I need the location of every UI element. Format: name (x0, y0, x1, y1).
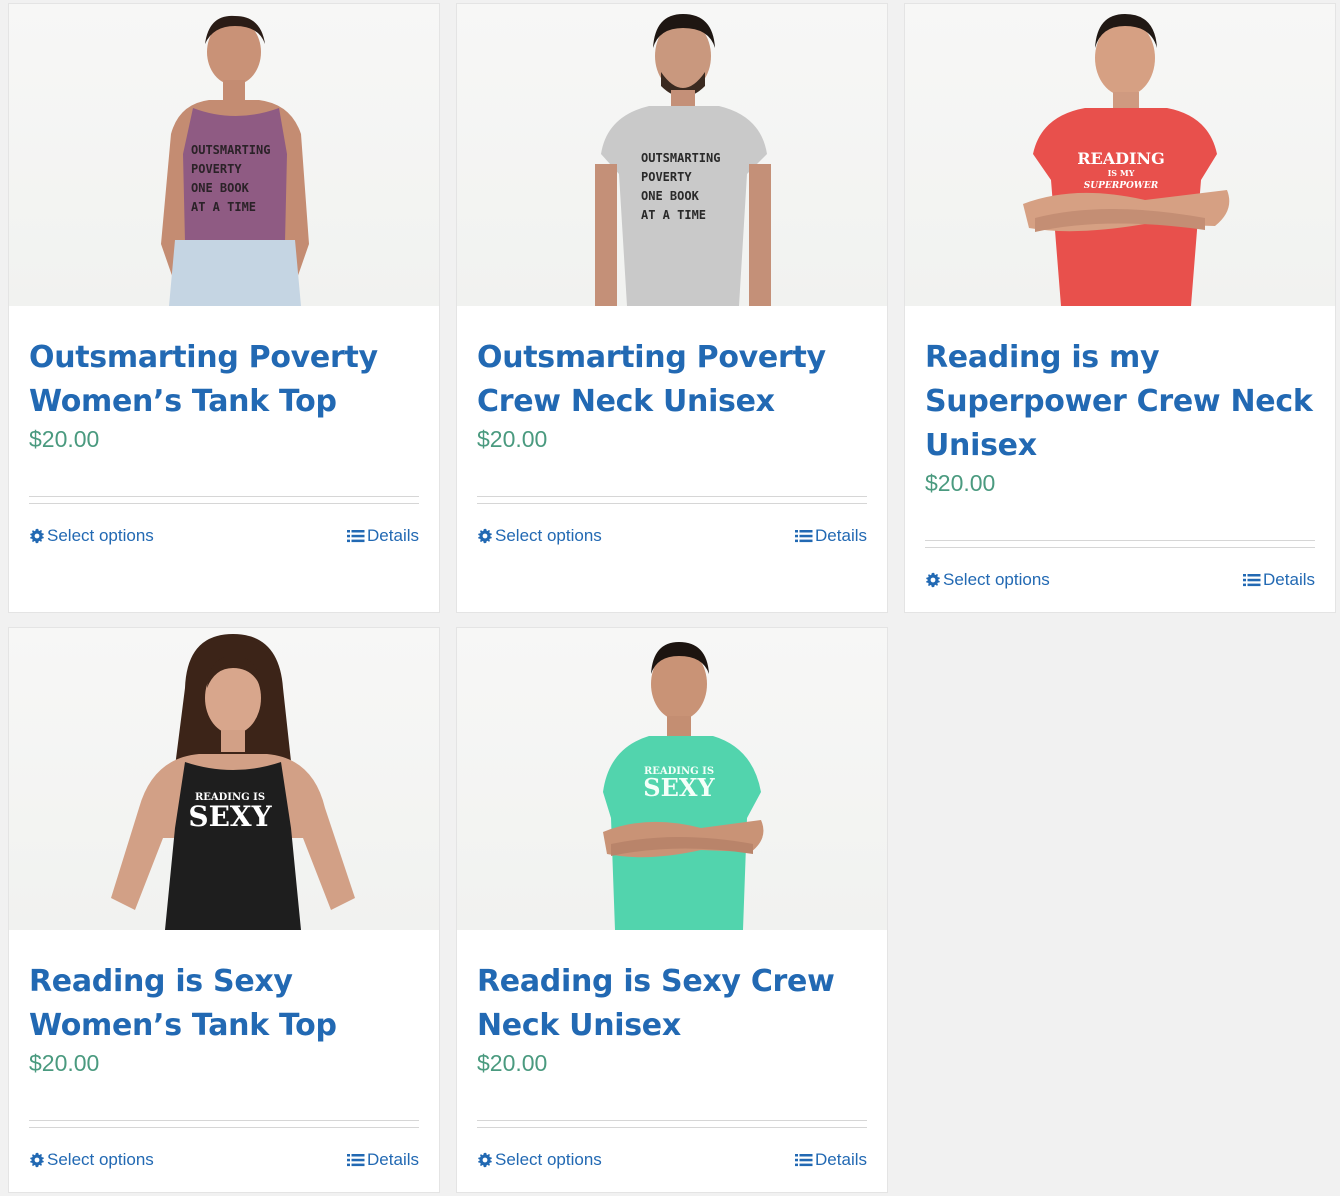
select-options-button[interactable]: Select options (477, 526, 602, 546)
divider (29, 1120, 419, 1128)
gear-icon (29, 1152, 45, 1168)
details-button[interactable]: Details (347, 526, 419, 546)
product-image[interactable]: READING IS SEXY (457, 628, 887, 930)
product-image[interactable]: READING IS MY SUPERPOWER (905, 4, 1335, 306)
details-button[interactable]: Details (795, 526, 867, 546)
product-card: READING IS SEXY Reading is Sexy Women’s … (8, 627, 440, 1193)
shirt-print-text: READING (1077, 149, 1165, 168)
select-options-button[interactable]: Select options (29, 1150, 154, 1170)
select-options-label: Select options (47, 1150, 154, 1169)
select-options-label: Select options (495, 526, 602, 545)
select-options-button[interactable]: Select options (29, 526, 154, 546)
details-button[interactable]: Details (347, 1150, 419, 1170)
select-options-label: Select options (47, 526, 154, 545)
product-image[interactable]: OUTSMARTING POVERTY ONE BOOK AT A TIME (9, 4, 439, 306)
product-image[interactable]: OUTSMARTING POVERTY ONE BOOK AT A TIME (457, 4, 887, 306)
details-label: Details (815, 526, 867, 545)
product-card: READING IS MY SUPERPOWER Reading is my S… (904, 3, 1336, 613)
divider (477, 1120, 867, 1128)
gear-icon (925, 572, 941, 588)
gear-icon (477, 528, 493, 544)
product-card: OUTSMARTING POVERTY ONE BOOK AT A TIME O… (8, 3, 440, 613)
shirt-print-text: POVERTY (641, 170, 692, 184)
product-card: OUTSMARTING POVERTY ONE BOOK AT A TIME O… (456, 3, 888, 613)
product-title[interactable]: Reading is Sexy Women’s Tank Top (29, 960, 419, 1048)
product-title[interactable]: Reading is Sexy Crew Neck Unisex (477, 960, 867, 1048)
list-icon (347, 1152, 365, 1168)
details-label: Details (367, 526, 419, 545)
product-title[interactable]: Outsmarting Poverty Crew Neck Unisex (477, 336, 867, 424)
list-icon (347, 528, 365, 544)
select-options-button[interactable]: Select options (477, 1150, 602, 1170)
shirt-print-text: OUTSMARTING (191, 143, 270, 157)
gear-icon (29, 528, 45, 544)
select-options-label: Select options (943, 570, 1050, 589)
divider (925, 540, 1315, 548)
product-title[interactable]: Reading is my Superpower Crew Neck Unise… (925, 336, 1315, 468)
shirt-print-text: SUPERPOWER (1084, 181, 1159, 191)
select-options-button[interactable]: Select options (925, 570, 1050, 590)
divider (477, 496, 867, 504)
details-button[interactable]: Details (1243, 570, 1315, 590)
product-price: $20.00 (29, 1050, 100, 1076)
details-button[interactable]: Details (795, 1150, 867, 1170)
shirt-print-text: ONE BOOK (191, 181, 250, 195)
shirt-print-text: POVERTY (191, 162, 242, 176)
list-icon (795, 1152, 813, 1168)
shirt-print-text: AT A TIME (641, 208, 706, 222)
product-price: $20.00 (925, 470, 996, 496)
shirt-print-text: SEXY (188, 800, 272, 833)
list-icon (1243, 572, 1261, 588)
details-label: Details (367, 1150, 419, 1169)
gear-icon (477, 1152, 493, 1168)
shirt-print-text: SEXY (643, 773, 715, 802)
product-image[interactable]: READING IS SEXY (9, 628, 439, 930)
details-label: Details (815, 1150, 867, 1169)
product-card: READING IS SEXY Reading is Sexy Crew Nec… (456, 627, 888, 1193)
product-price: $20.00 (477, 1050, 548, 1076)
product-price: $20.00 (29, 426, 100, 452)
divider (29, 496, 419, 504)
shirt-print-text: ONE BOOK (641, 189, 700, 203)
shirt-print-text: IS MY (1108, 168, 1135, 178)
list-icon (795, 528, 813, 544)
shirt-print-text: AT A TIME (191, 200, 256, 214)
select-options-label: Select options (495, 1150, 602, 1169)
details-label: Details (1263, 570, 1315, 589)
shirt-print-text: OUTSMARTING (641, 151, 720, 165)
product-price: $20.00 (477, 426, 548, 452)
product-title[interactable]: Outsmarting Poverty Women’s Tank Top (29, 336, 419, 424)
